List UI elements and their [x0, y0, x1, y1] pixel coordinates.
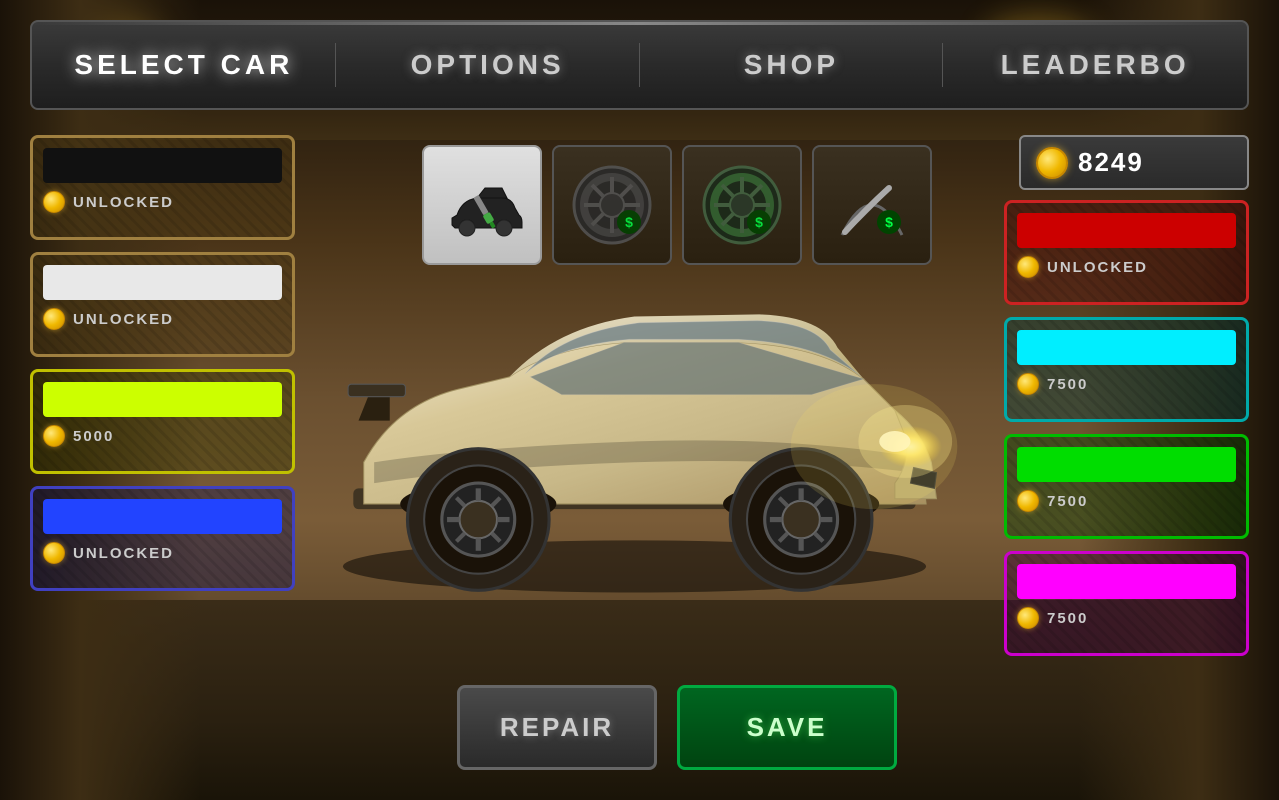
- wheel-dark-svg: $: [567, 160, 657, 250]
- color-bar-red: [1017, 213, 1236, 248]
- color-swatch-cyan[interactable]: 7500: [1004, 317, 1249, 422]
- color-swatch-yellow[interactable]: 5000: [30, 369, 295, 474]
- color-bar-black: [43, 148, 282, 183]
- color-bar-yellow: [43, 382, 282, 417]
- color-bar-white: [43, 265, 282, 300]
- swatch-label-black: UNLOCKED: [73, 194, 174, 211]
- color-bar-pink: [1017, 564, 1236, 599]
- swatch-status-blue: UNLOCKED: [43, 542, 282, 564]
- svg-text:$: $: [625, 214, 633, 230]
- currency-display: 8249: [1019, 135, 1249, 190]
- coin-icon-yellow: [43, 425, 65, 447]
- color-swatch-green[interactable]: 7500: [1004, 434, 1249, 539]
- custom-paint-icon[interactable]: [422, 145, 542, 265]
- wiper-svg: $: [827, 160, 917, 250]
- bottom-buttons: REPAIR SAVE: [370, 685, 984, 770]
- custom-icons-row: $ $: [370, 145, 984, 265]
- coin-icon-pink: [1017, 607, 1039, 629]
- right-color-panel: UNLOCKED 7500 7500 7500: [1004, 200, 1249, 656]
- coin-icon-green: [1017, 490, 1039, 512]
- save-button[interactable]: SAVE: [677, 685, 897, 770]
- color-bar-green: [1017, 447, 1236, 482]
- swatch-label-red: UNLOCKED: [1047, 259, 1148, 276]
- swatch-status-white: UNLOCKED: [43, 308, 282, 330]
- swatch-label-yellow: 5000: [73, 428, 114, 445]
- custom-wheel2-icon[interactable]: $: [682, 145, 802, 265]
- color-swatch-pink[interactable]: 7500: [1004, 551, 1249, 656]
- nav-shop[interactable]: SHOP: [640, 29, 944, 101]
- color-swatch-blue[interactable]: UNLOCKED: [30, 486, 295, 591]
- coin-icon-white: [43, 308, 65, 330]
- repair-button[interactable]: REPAIR: [457, 685, 657, 770]
- currency-value: 8249: [1078, 147, 1144, 178]
- color-swatch-red[interactable]: UNLOCKED: [1004, 200, 1249, 305]
- coin-icon: [1036, 147, 1068, 179]
- coin-icon-blue: [43, 542, 65, 564]
- game-container: SELECT CAR OPTIONS SHOP LEADERBO 8249: [0, 0, 1279, 800]
- swatch-label-pink: 7500: [1047, 610, 1088, 627]
- coin-icon-black: [43, 191, 65, 213]
- swatch-label-cyan: 7500: [1047, 376, 1088, 393]
- coin-icon-cyan: [1017, 373, 1039, 395]
- swatch-label-white: UNLOCKED: [73, 311, 174, 328]
- left-color-panel: UNLOCKED UNLOCKED 5000 UNLOCKED: [30, 135, 295, 591]
- swatch-status-black: UNLOCKED: [43, 191, 282, 213]
- wheel-green-svg: $: [697, 160, 787, 250]
- color-swatch-black[interactable]: UNLOCKED: [30, 135, 295, 240]
- paint-brush-svg: [437, 160, 527, 250]
- swatch-status-pink: 7500: [1017, 607, 1236, 629]
- swatch-label-blue: UNLOCKED: [73, 545, 174, 562]
- color-swatch-white[interactable]: UNLOCKED: [30, 252, 295, 357]
- swatch-status-yellow: 5000: [43, 425, 282, 447]
- color-bar-cyan: [1017, 330, 1236, 365]
- swatch-label-green: 7500: [1047, 493, 1088, 510]
- nav-leaderboard[interactable]: LEADERBO: [943, 29, 1247, 101]
- coin-icon-red: [1017, 256, 1039, 278]
- custom-wheel1-icon[interactable]: $: [552, 145, 672, 265]
- svg-text:$: $: [885, 214, 893, 230]
- swatch-status-cyan: 7500: [1017, 373, 1236, 395]
- nav-options[interactable]: OPTIONS: [336, 29, 640, 101]
- color-bar-blue: [43, 499, 282, 534]
- nav-bar: SELECT CAR OPTIONS SHOP LEADERBO: [30, 20, 1249, 110]
- svg-text:$: $: [755, 214, 763, 230]
- swatch-status-red: UNLOCKED: [1017, 256, 1236, 278]
- swatch-status-green: 7500: [1017, 490, 1236, 512]
- nav-select-car[interactable]: SELECT CAR: [32, 29, 336, 101]
- custom-wiper-icon[interactable]: $: [812, 145, 932, 265]
